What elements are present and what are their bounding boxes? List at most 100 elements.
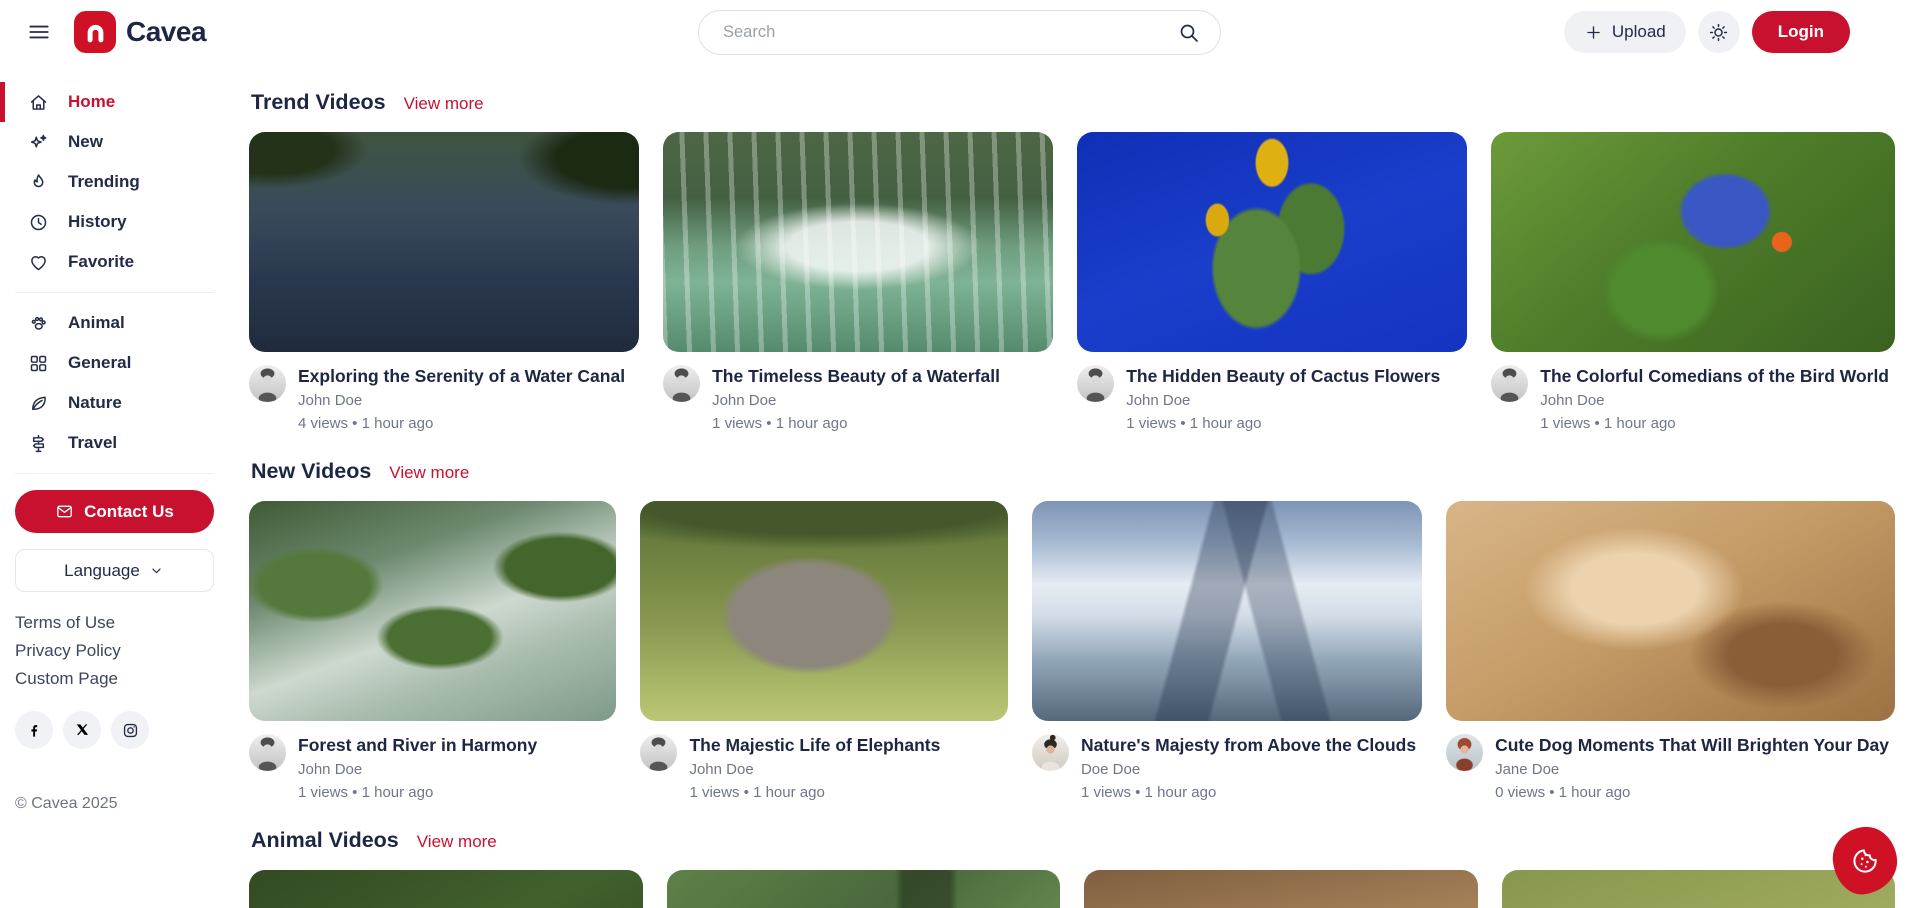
- video-thumbnail[interactable]: [249, 132, 639, 352]
- x-twitter-button[interactable]: [63, 711, 101, 749]
- login-button[interactable]: Login: [1752, 11, 1850, 53]
- channel-avatar[interactable]: [249, 365, 286, 402]
- sidebar-item-animal[interactable]: Animal: [0, 303, 232, 343]
- video-thumbnail[interactable]: [667, 870, 1061, 908]
- view-more-link[interactable]: View more: [389, 463, 469, 483]
- plus-icon: [1584, 23, 1603, 42]
- chevron-down-icon: [148, 562, 165, 579]
- x-twitter-icon: [73, 721, 91, 739]
- upload-button[interactable]: Upload: [1564, 11, 1686, 53]
- video-card: Forest and River in Harmony John Doe 1 v…: [249, 501, 616, 802]
- leaf-icon: [28, 393, 49, 414]
- video-author[interactable]: John Doe: [1540, 391, 1889, 410]
- channel-avatar[interactable]: [1032, 734, 1069, 771]
- video-card-row: Forest and River in Harmony John Doe 1 v…: [249, 501, 1895, 802]
- video-stats: 1 views • 1 hour ago: [298, 783, 537, 802]
- video-author[interactable]: John Doe: [689, 760, 940, 779]
- menu-toggle-button[interactable]: [18, 11, 60, 53]
- video-author[interactable]: John Doe: [298, 760, 537, 779]
- video-title[interactable]: The Colorful Comedians of the Bird World: [1540, 365, 1889, 387]
- sidebar-item-label: Favorite: [68, 252, 134, 272]
- video-title[interactable]: The Timeless Beauty of a Waterfall: [712, 365, 1000, 387]
- sidebar-item-label: Trending: [68, 172, 140, 192]
- video-stats: 1 views • 1 hour ago: [689, 783, 940, 802]
- channel-avatar[interactable]: [1491, 365, 1528, 402]
- custom-page-link[interactable]: Custom Page: [15, 668, 232, 689]
- copyright-text: © Cavea 2025: [15, 795, 232, 813]
- sidebar-item-travel[interactable]: Travel: [0, 423, 232, 463]
- video-title[interactable]: Cute Dog Moments That Will Brighten Your…: [1495, 734, 1889, 756]
- instagram-icon: [121, 721, 140, 740]
- video-title[interactable]: The Majestic Life of Elephants: [689, 734, 940, 756]
- video-author[interactable]: John Doe: [298, 391, 625, 410]
- sidebar-item-label: New: [68, 132, 103, 152]
- home-icon: [28, 92, 49, 113]
- social-links: [15, 711, 232, 749]
- view-more-link[interactable]: View more: [417, 832, 497, 852]
- brand-logo[interactable]: Cavea: [74, 11, 206, 53]
- heart-icon: [28, 252, 49, 273]
- video-card: The Majestic Life of Elephants John Doe …: [640, 501, 1007, 802]
- sidebar-item-general[interactable]: General: [0, 343, 232, 383]
- video-title[interactable]: Forest and River in Harmony: [298, 734, 537, 756]
- contact-us-label: Contact Us: [84, 502, 174, 522]
- search-bar: [698, 10, 1221, 55]
- sun-icon: [1708, 22, 1729, 43]
- theme-toggle-button[interactable]: [1698, 11, 1740, 53]
- language-selector[interactable]: Language: [15, 549, 214, 592]
- sidebar-item-label: Home: [68, 92, 115, 112]
- video-title[interactable]: Nature's Majesty from Above the Clouds: [1081, 734, 1416, 756]
- video-title[interactable]: Exploring the Serenity of a Water Canal: [298, 365, 625, 387]
- signpost-icon: [28, 433, 49, 454]
- video-author[interactable]: Doe Doe: [1081, 760, 1416, 779]
- contact-us-button[interactable]: Contact Us: [15, 490, 214, 533]
- search-button[interactable]: [1173, 17, 1205, 49]
- sidebar-item-trending[interactable]: Trending: [0, 162, 232, 202]
- video-thumbnail[interactable]: [663, 132, 1053, 352]
- video-thumbnail[interactable]: [1084, 870, 1478, 908]
- channel-avatar[interactable]: [249, 734, 286, 771]
- channel-avatar[interactable]: [1446, 734, 1483, 771]
- main-content: Trend Videos View more Exploring the Ser…: [232, 64, 1910, 908]
- grid-icon: [28, 353, 49, 374]
- instagram-button[interactable]: [111, 711, 149, 749]
- video-thumbnail[interactable]: [640, 501, 1007, 721]
- video-title[interactable]: The Hidden Beauty of Cactus Flowers: [1126, 365, 1440, 387]
- channel-avatar[interactable]: [663, 365, 700, 402]
- video-card: [667, 870, 1061, 908]
- video-card-row: [249, 870, 1895, 908]
- video-thumbnail[interactable]: [1032, 501, 1422, 721]
- video-stats: 4 views • 1 hour ago: [298, 414, 625, 433]
- video-thumbnail[interactable]: [1446, 501, 1895, 721]
- video-thumbnail[interactable]: [249, 501, 616, 721]
- channel-avatar[interactable]: [640, 734, 677, 771]
- sidebar-item-label: General: [68, 353, 131, 373]
- sidebar-item-new[interactable]: New: [0, 122, 232, 162]
- channel-avatar[interactable]: [1077, 365, 1114, 402]
- sidebar-item-history[interactable]: History: [0, 202, 232, 242]
- privacy-policy-link[interactable]: Privacy Policy: [15, 640, 232, 661]
- sidebar-item-nature[interactable]: Nature: [0, 383, 232, 423]
- sidebar-item-label: Travel: [68, 433, 117, 453]
- sidebar-category-group: Animal General Nature Travel: [0, 303, 232, 463]
- sidebar-item-favorite[interactable]: Favorite: [0, 242, 232, 282]
- section-title: Trend Videos: [251, 90, 386, 115]
- cookie-icon: [1849, 844, 1882, 877]
- video-thumbnail[interactable]: [1491, 132, 1895, 352]
- video-card: Nature's Majesty from Above the Clouds D…: [1032, 501, 1422, 802]
- section-header: Trend Videos View more: [251, 90, 1895, 115]
- video-author[interactable]: John Doe: [1126, 391, 1440, 410]
- facebook-button[interactable]: [15, 711, 53, 749]
- video-card: The Colorful Comedians of the Bird World…: [1491, 132, 1895, 433]
- search-input[interactable]: [698, 10, 1221, 55]
- video-thumbnail[interactable]: [249, 870, 643, 908]
- section-title: Animal Videos: [251, 828, 399, 853]
- section-header: Animal Videos View more: [251, 828, 1895, 853]
- view-more-link[interactable]: View more: [404, 94, 484, 114]
- video-author[interactable]: Jane Doe: [1495, 760, 1889, 779]
- sidebar-item-home[interactable]: Home: [0, 82, 232, 122]
- terms-of-use-link[interactable]: Terms of Use: [15, 612, 232, 633]
- video-stats: 1 views • 1 hour ago: [712, 414, 1000, 433]
- video-thumbnail[interactable]: [1077, 132, 1467, 352]
- video-author[interactable]: John Doe: [712, 391, 1000, 410]
